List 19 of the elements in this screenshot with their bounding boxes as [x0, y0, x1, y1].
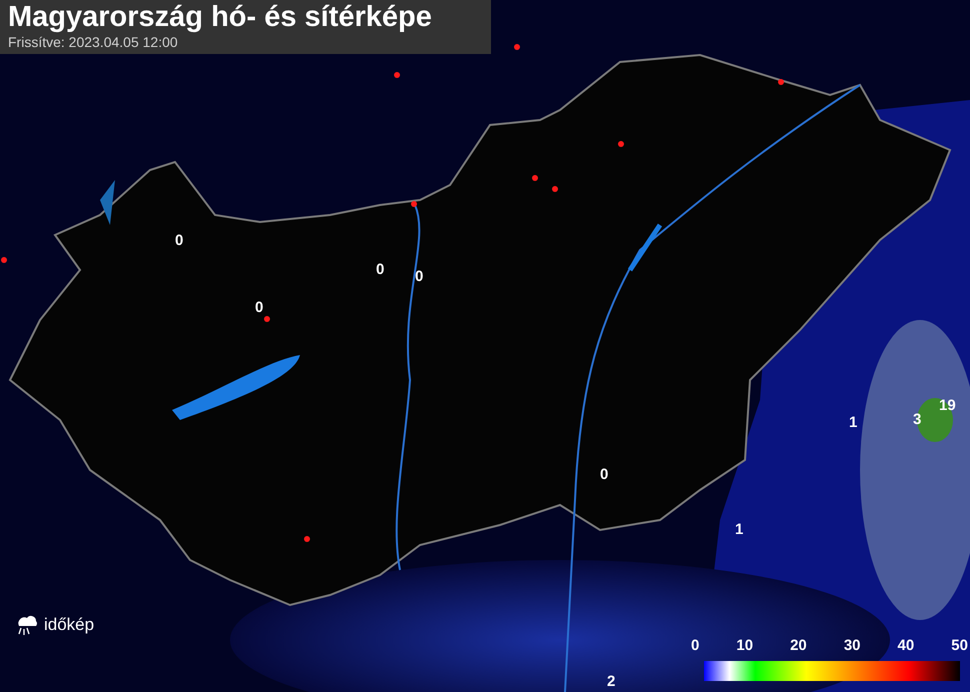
snow-depth-value: 0 [175, 233, 184, 248]
legend-tick: 0 [691, 638, 700, 653]
snow-depth-value: 3 [913, 412, 922, 427]
legend-tick: 50 [951, 638, 968, 653]
snow-depth-value: 19 [939, 398, 956, 413]
snow-depth-value: 0 [255, 300, 264, 315]
legend-tick: 20 [790, 638, 807, 653]
logo-text: időkép [44, 616, 94, 632]
snow-depth-value: 0 [415, 269, 424, 284]
snow-depth-value: 0 [600, 467, 608, 482]
update-time: Frissítve: 2023.04.05 12:00 [8, 34, 179, 50]
snow-depth-value: 1 [849, 415, 858, 430]
snow-depth-value: 0 [376, 262, 384, 277]
snow-depth-value: 1 [735, 522, 744, 537]
map-title: Magyarország hó- és sítérképe [8, 0, 433, 34]
legend-tick: 10 [736, 638, 754, 653]
snow-depth-value: 2 [607, 674, 616, 689]
legend-tick: 30 [844, 638, 860, 653]
legend-tick: 40 [898, 638, 914, 653]
